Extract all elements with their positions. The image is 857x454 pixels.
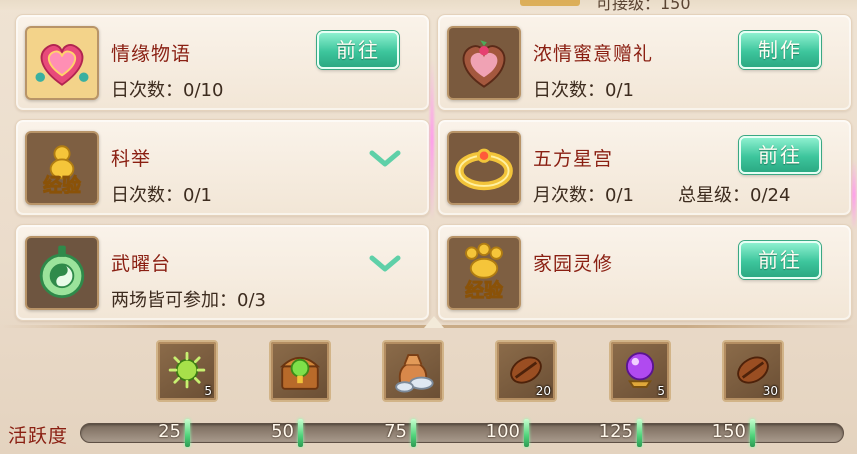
milestone-tick bbox=[637, 419, 642, 447]
chevron-down-icon[interactable] bbox=[369, 253, 401, 275]
paw-experience-icon: 经验 bbox=[447, 236, 521, 310]
task-count: 日次数：0/1 bbox=[111, 185, 212, 206]
make-button[interactable]: 制作 bbox=[739, 31, 821, 69]
task-title: 情缘物语 bbox=[111, 43, 192, 65]
treasure-chest-icon bbox=[279, 356, 321, 390]
reward-quantity: 30 bbox=[762, 384, 778, 398]
reward-item[interactable]: 30 bbox=[722, 340, 784, 402]
task-card-qingyuan: 情缘物语 日次数：0/10 前往 bbox=[15, 14, 430, 111]
task-count: 月次数：0/1 bbox=[533, 185, 634, 206]
reward-item[interactable]: 5 bbox=[156, 340, 218, 402]
sparkle-effect bbox=[430, 60, 434, 220]
divider-notch-icon bbox=[424, 316, 444, 328]
milestone-label: 50 bbox=[271, 421, 294, 442]
go-button[interactable]: 前往 bbox=[317, 31, 399, 69]
icon-label: 经验 bbox=[43, 174, 81, 197]
reward-quantity: 5 bbox=[657, 384, 665, 398]
task-card-jiayuan: 经验 家园灵修 前往 bbox=[437, 224, 852, 321]
task-count: 日次数：0/1 bbox=[533, 80, 634, 101]
go-button[interactable]: 前往 bbox=[739, 136, 821, 174]
task-card-keju: 经验 科举 日次数：0/1 bbox=[15, 119, 430, 216]
reward-quantity: 20 bbox=[535, 384, 551, 398]
chevron-down-icon[interactable] bbox=[369, 148, 401, 170]
reward-quantity: 5 bbox=[204, 384, 212, 398]
milestone-tick bbox=[524, 419, 529, 447]
heart-emblem-icon bbox=[25, 26, 99, 100]
heart-cake-icon bbox=[447, 26, 521, 100]
sparkle-effect bbox=[852, 160, 856, 230]
task-title: 家园灵修 bbox=[533, 253, 614, 275]
milestone-tick bbox=[411, 419, 416, 447]
jade-pendant-icon bbox=[25, 236, 99, 310]
milestone-label: 25 bbox=[158, 421, 181, 442]
activity-label: 活跃度 bbox=[8, 425, 69, 447]
task-card-wufang: 五方星宫 月次数：0/1 总星级：0/24 前往 bbox=[437, 119, 852, 216]
milestone-label: 150 bbox=[711, 421, 746, 442]
milestone-tick bbox=[298, 419, 303, 447]
icon-label: 经验 bbox=[465, 279, 503, 302]
task-title: 武曜台 bbox=[111, 253, 172, 275]
milestone-label: 75 bbox=[384, 421, 407, 442]
task-count: 日次数：0/10 bbox=[111, 80, 224, 101]
level-badge bbox=[520, 0, 580, 6]
task-card-nongqing: 浓情蜜意赠礼 日次数：0/1 制作 bbox=[437, 14, 852, 111]
gold-ring-icon bbox=[447, 131, 521, 205]
reward-item[interactable]: 5 bbox=[609, 340, 671, 402]
task-title: 五方星宫 bbox=[533, 148, 614, 170]
task-star-count: 总星级：0/24 bbox=[678, 185, 791, 206]
task-title: 科举 bbox=[111, 148, 152, 170]
milestone-tick bbox=[185, 419, 190, 447]
silver-ingot-bag-icon bbox=[395, 354, 434, 393]
top-strip: 可接级：150 bbox=[0, 0, 857, 13]
go-button[interactable]: 前往 bbox=[739, 241, 821, 279]
experience-icon: 经验 bbox=[25, 131, 99, 205]
level-text: 可接级：150 bbox=[596, 0, 691, 13]
milestone-label: 125 bbox=[598, 421, 633, 442]
reward-item[interactable]: 20 bbox=[495, 340, 557, 402]
task-card-wuyaotai: 武曜台 两场皆可参加：0/3 bbox=[15, 224, 430, 321]
milestone-tick bbox=[750, 419, 755, 447]
reward-item[interactable] bbox=[269, 340, 331, 402]
reward-item[interactable] bbox=[382, 340, 444, 402]
milestone-label: 100 bbox=[485, 421, 520, 442]
task-title: 浓情蜜意赠礼 bbox=[533, 43, 654, 65]
task-count: 两场皆可参加：0/3 bbox=[111, 290, 266, 311]
